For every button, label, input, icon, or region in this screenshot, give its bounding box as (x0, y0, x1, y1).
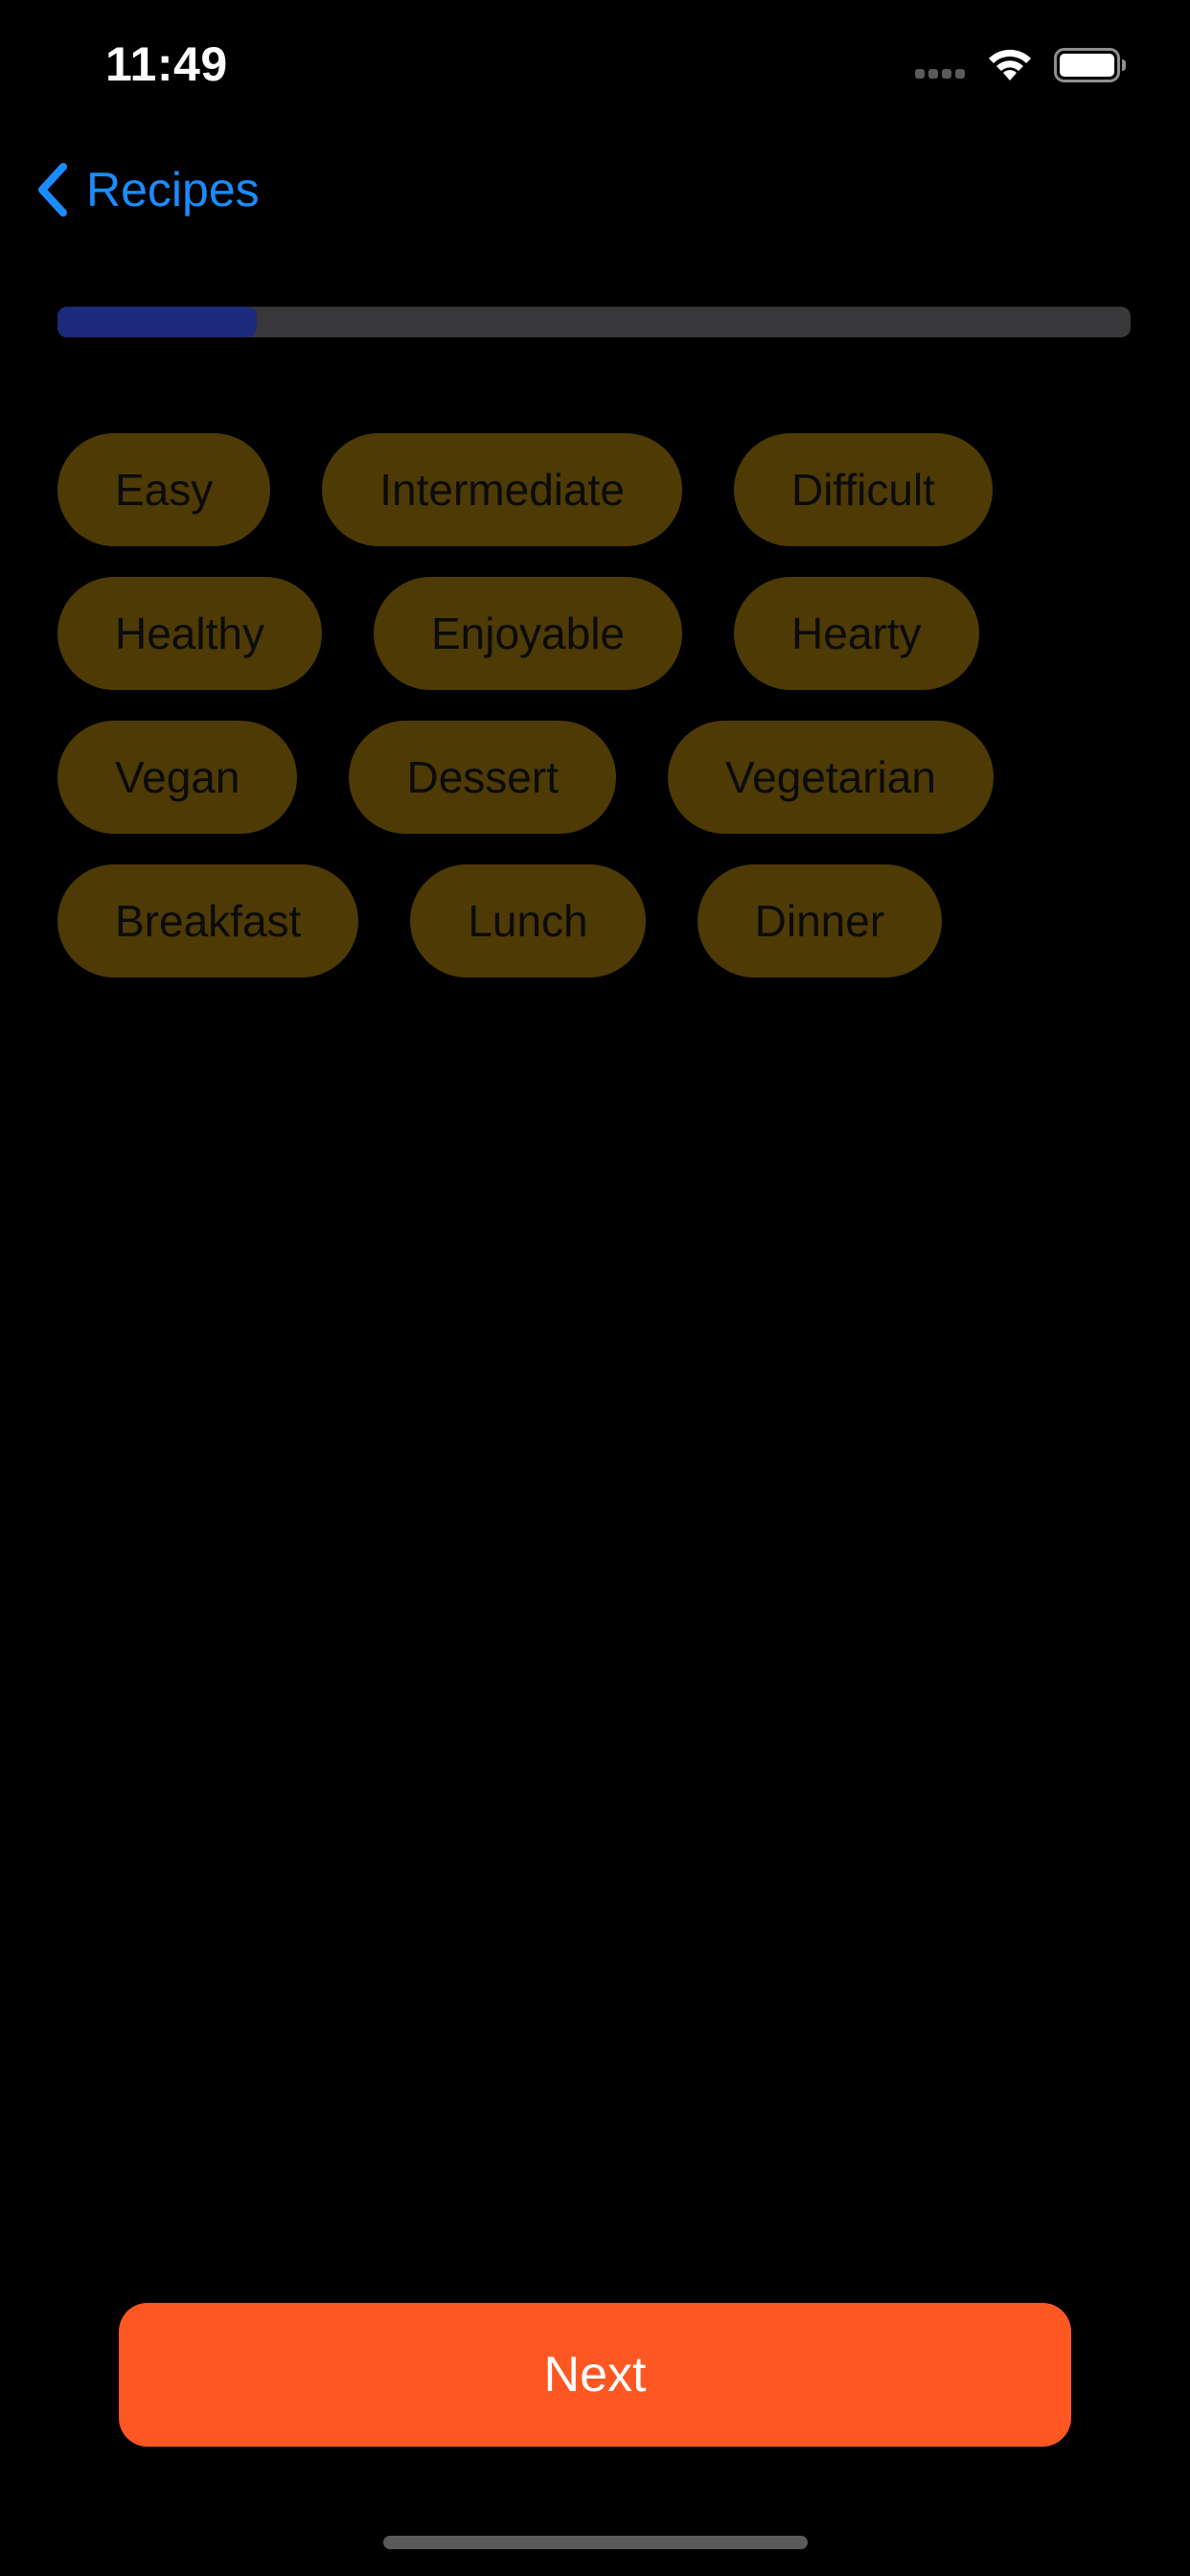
chip-breakfast[interactable]: Breakfast (57, 864, 359, 978)
chevron-left-icon (38, 163, 67, 217)
cellular-signal-icon (915, 69, 969, 80)
status-time: 11:49 (105, 37, 228, 91)
chip-dessert[interactable]: Dessert (349, 721, 616, 834)
status-bar: 11:49 (0, 0, 1190, 125)
chip-enjoyable[interactable]: Enjoyable (373, 577, 683, 690)
chip-row: Vegan Dessert Vegetarian (57, 721, 1131, 834)
chip-hearty[interactable]: Hearty (734, 577, 979, 690)
wifi-icon (989, 49, 1031, 80)
next-button[interactable]: Next (119, 2303, 1071, 2447)
progress-bar-fill (57, 307, 258, 337)
chip-easy[interactable]: Easy (57, 433, 271, 546)
chip-intermediate[interactable]: Intermediate (322, 433, 682, 546)
chip-vegetarian[interactable]: Vegetarian (667, 721, 994, 834)
chip-difficult[interactable]: Difficult (733, 433, 993, 546)
back-button-label: Recipes (86, 163, 260, 217)
chip-row: Breakfast Lunch Dinner (57, 864, 1131, 978)
back-button[interactable]: Recipes (34, 153, 260, 226)
chip-dinner[interactable]: Dinner (697, 864, 943, 978)
progress-bar (57, 307, 1131, 337)
chip-row: Easy Intermediate Difficult (57, 433, 1131, 546)
battery-icon (1054, 48, 1126, 82)
home-indicator[interactable] (383, 2536, 808, 2549)
chip-lunch[interactable]: Lunch (410, 864, 646, 978)
tag-chip-grid: Easy Intermediate Difficult Healthy Enjo… (57, 433, 1131, 1008)
chip-vegan[interactable]: Vegan (57, 721, 298, 834)
chip-healthy[interactable]: Healthy (57, 577, 322, 690)
chip-row: Healthy Enjoyable Hearty (57, 577, 1131, 690)
